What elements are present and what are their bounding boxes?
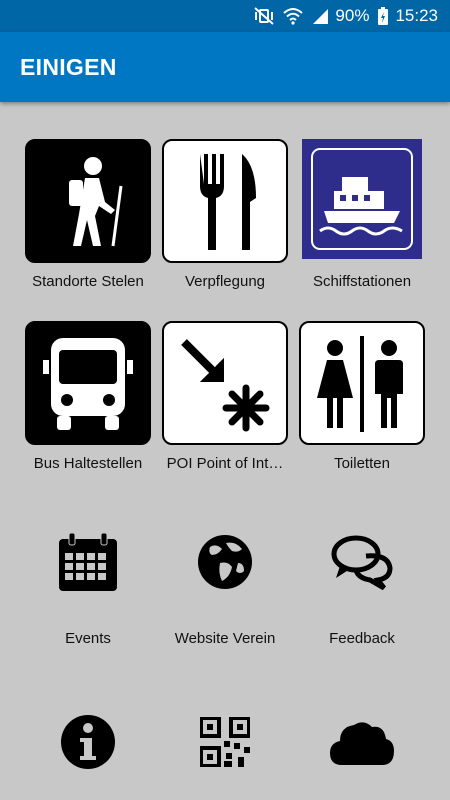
globe-icon — [185, 522, 265, 602]
tile-standorte-stelen[interactable]: Standorte Stelen — [13, 139, 163, 290]
status-bar: 90% 15:23 — [0, 0, 450, 32]
bus-icon — [25, 321, 151, 445]
calendar-icon — [48, 522, 128, 602]
tile-label: Toiletten — [334, 455, 390, 472]
tile-bus-haltestellen[interactable]: Bus Haltestellen — [13, 321, 163, 472]
tile-schiffstationen[interactable]: Schiffstationen — [287, 139, 437, 290]
clock: 15:23 — [395, 6, 438, 25]
fork-knife-icon — [162, 139, 288, 263]
chat-bubbles-icon — [322, 522, 402, 602]
tile-label: Bus Haltestellen — [33, 455, 143, 472]
app-bar: EINIGEN — [0, 32, 450, 102]
page-title: EINIGEN — [20, 53, 117, 80]
boat-icon — [302, 139, 422, 259]
tile-label: Events — [65, 630, 111, 647]
tile-label: Verpflegung — [184, 273, 266, 290]
tile-poi[interactable]: POI Point of Int… — [150, 321, 300, 472]
toilets-icon — [299, 321, 425, 445]
tile-feedback[interactable]: Feedback — [287, 522, 437, 647]
tile-label: Feedback — [329, 630, 395, 647]
signal-icon — [311, 7, 329, 25]
tile-toiletten[interactable]: Toiletten — [287, 321, 437, 472]
hiker-icon — [25, 139, 151, 263]
tile-info[interactable] — [13, 702, 163, 782]
info-icon — [48, 702, 128, 782]
tile-label: Schiffstationen — [312, 273, 412, 290]
tile-qr-code[interactable] — [150, 702, 300, 782]
wifi-icon — [283, 7, 304, 25]
vibrate-mute-icon — [253, 7, 275, 25]
tile-cloud[interactable] — [287, 702, 437, 782]
battery-charging-icon — [377, 6, 389, 26]
poi-arrow-icon — [162, 321, 288, 445]
tile-events[interactable]: Events — [13, 522, 163, 647]
tile-label: Website Verein — [174, 630, 276, 647]
cloud-icon — [322, 702, 402, 782]
tile-label: POI Point of Int… — [166, 455, 284, 472]
qr-code-icon — [185, 702, 265, 782]
tile-website-verein[interactable]: Website Verein — [150, 522, 300, 647]
tile-label: Standorte Stelen — [32, 273, 144, 290]
battery-percent: 90% — [335, 6, 370, 25]
tile-verpflegung[interactable]: Verpflegung — [150, 139, 300, 290]
